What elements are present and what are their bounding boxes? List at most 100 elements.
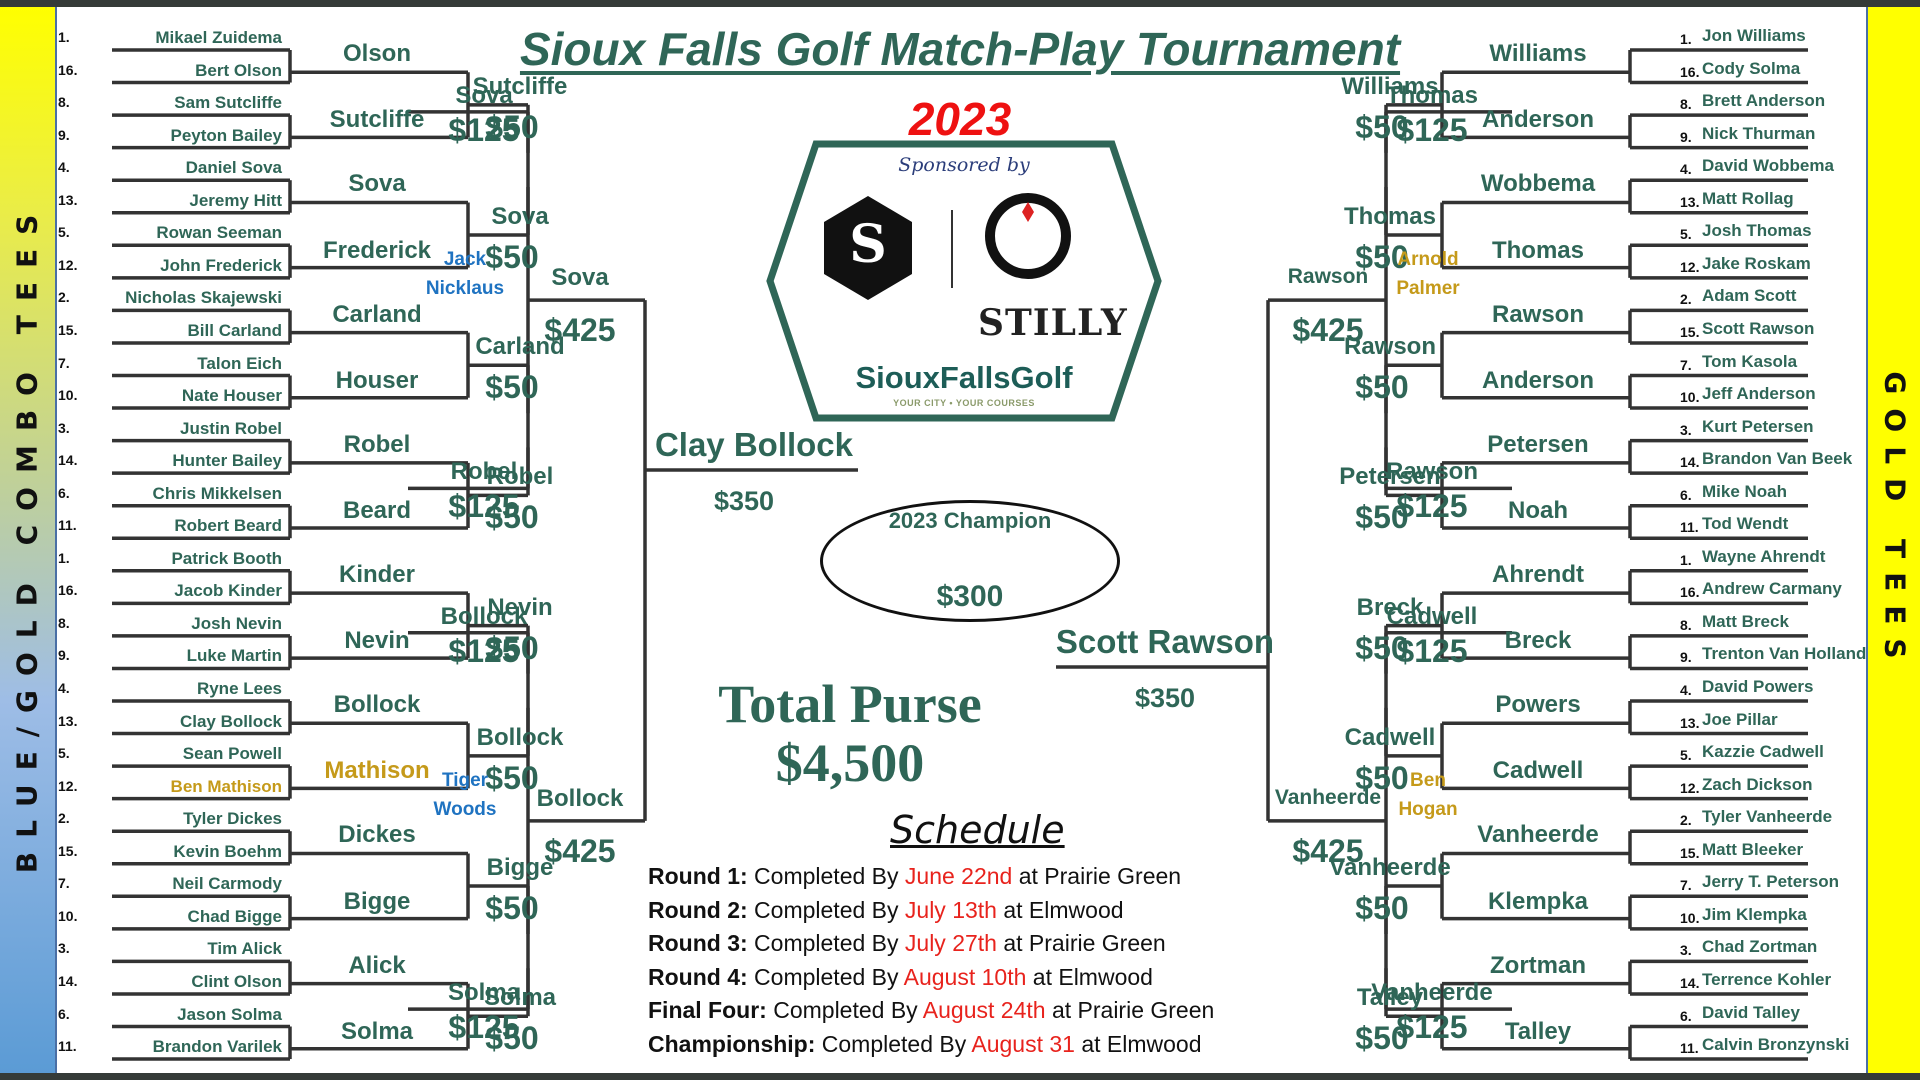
player-name: Matt Bleeker <box>1702 839 1804 859</box>
seed-number: 7. <box>58 875 70 892</box>
champion-prize: $300 <box>936 580 1004 613</box>
seed-number: 15. <box>1680 844 1700 861</box>
player-name: Calvin Bronzynski <box>1702 1035 1850 1055</box>
champion-label: 2023 Champion <box>888 508 1052 533</box>
schedule-round: Final Four: <box>648 997 767 1023</box>
seed-number: 1. <box>58 29 70 45</box>
player-name: Jake Roskam <box>1702 253 1811 273</box>
player-name: Jeff Anderson <box>1702 384 1816 404</box>
schedule-text: Completed By <box>815 1030 972 1057</box>
round2-winner: Wobbema <box>1480 170 1596 198</box>
seed-number: 5. <box>58 745 70 762</box>
seed-number: 9. <box>58 126 70 143</box>
schedule-round: Round 2: <box>648 896 748 923</box>
total-purse-amount: $4,500 <box>775 733 925 794</box>
round4-winner: Thomas <box>1385 81 1478 109</box>
round3-prize: $50 <box>485 890 539 927</box>
round2-winner: Williams <box>1489 40 1587 68</box>
schedule-list: Round 1: Completed By June 22nd at Prair… <box>648 860 1214 1061</box>
region-name: Tiger Woods <box>315 766 615 824</box>
seed-number: 3. <box>58 419 70 436</box>
seed-number: 13. <box>58 191 78 208</box>
schedule-text: Completed By <box>747 896 905 923</box>
finalist-prize: $350 <box>1134 683 1196 713</box>
seed-number: 16. <box>58 61 78 78</box>
seed-number: 13. <box>1680 714 1700 731</box>
schedule-round: Round 1: <box>648 863 748 889</box>
schedule-round: Round 3: <box>648 930 748 956</box>
seed-number: 16. <box>1680 63 1700 80</box>
region-name-word: Woods <box>433 798 497 820</box>
player-name: Cody Solma <box>1702 58 1801 78</box>
round2-winner: Kinder <box>338 561 415 589</box>
seed-number: 6. <box>58 1005 70 1022</box>
round4-prize: $125 <box>1396 632 1468 669</box>
round2-winner: Ahrendt <box>1492 561 1584 589</box>
region-name-word: Ben <box>1410 769 1446 791</box>
round2-winner: Sova <box>348 170 406 198</box>
player-name: David Talley <box>1702 1002 1800 1022</box>
seed-number: 14. <box>1680 974 1700 991</box>
player-name: Brandon Van Beek <box>1702 449 1853 469</box>
round4-winner: Vanheerde <box>1371 979 1493 1007</box>
player-name: Kurt Petersen <box>1702 416 1814 436</box>
round2-winner: Petersen <box>1487 430 1589 458</box>
schedule-row: Round 4: Completed By August 10th at Elm… <box>648 961 1214 995</box>
schedule-date: June 22nd <box>904 863 1013 889</box>
schedule-row: Championship: Completed By August 31 at … <box>648 1028 1214 1062</box>
schedule-date: August 10th <box>903 963 1027 990</box>
player-name: Tyler Vanheerde <box>1702 807 1833 827</box>
player-name: Jon Williams <box>1702 26 1806 45</box>
svg-text:S: S <box>849 214 887 275</box>
seed-number: 14. <box>58 972 78 989</box>
seed-number: 7. <box>58 354 70 371</box>
round4-prize: $125 <box>448 632 520 669</box>
finalist-name: Scott Rawson <box>1055 623 1275 660</box>
seed-number: 2. <box>58 289 70 306</box>
player-name: Tom Kasola <box>1702 351 1798 371</box>
seed-number: 4. <box>58 159 70 176</box>
schedule-location: at Prairie Green <box>1045 997 1215 1023</box>
seed-number: 8. <box>58 614 70 631</box>
region-name-word: Palmer <box>1396 278 1460 300</box>
final-four-prize: $425 <box>1292 312 1364 349</box>
seed-number: 11. <box>58 517 77 534</box>
player-name: Brett Anderson <box>1702 91 1826 111</box>
total-purse-label: Total Purse <box>718 674 982 734</box>
player-name: Matt Breck <box>1702 611 1789 631</box>
seed-number: 16. <box>1680 584 1700 601</box>
siouxfallsgolf-tagline: YOUR CITY • YOUR COURSES <box>893 398 1035 408</box>
seed-number: 15. <box>1680 323 1700 340</box>
player-name: Matt Rollag <box>1702 188 1794 208</box>
round4-winner: Solma <box>447 979 521 1007</box>
region-name-word: Arnold <box>1397 249 1459 271</box>
player-name: Kazzie Cadwell <box>1702 742 1824 762</box>
schedule-row: Round 3: Completed By July 27th at Prair… <box>648 927 1214 961</box>
schedule-location: at Prairie Green <box>996 930 1166 956</box>
round4-winner: Sova <box>455 81 513 109</box>
schedule-date: July 27th <box>904 930 997 956</box>
round4-prize: $125 <box>448 488 520 525</box>
player-name: Chad Zortman <box>1702 937 1818 957</box>
seed-number: 14. <box>58 452 78 469</box>
player-name: Adam Scott <box>1702 286 1797 306</box>
region-name: Ben Hogan <box>1278 766 1578 824</box>
page-title: Sioux Falls Golf Match-Play Tournament <box>519 23 1401 75</box>
schedule-date: August 31 <box>971 1030 1075 1057</box>
round3-winner: Cadwell <box>1344 723 1436 751</box>
schedule-text: Completed By <box>766 997 923 1023</box>
round4-prize: $125 <box>1396 488 1468 525</box>
player-name: Tod Wendt <box>1702 514 1789 534</box>
region-name-word: Jack <box>443 249 487 271</box>
player-name: Terrence Kohler <box>1702 969 1832 989</box>
seed-number: 4. <box>58 680 70 696</box>
round2-winner: Bollock <box>333 691 421 719</box>
seed-number: 15. <box>58 842 78 859</box>
seed-number: 13. <box>1680 193 1700 210</box>
seed-number: 10. <box>58 907 78 924</box>
seed-number: 14. <box>1680 454 1700 471</box>
round4-winner: Cadwell <box>1386 602 1478 630</box>
schedule-location: at Prairie Green <box>1012 863 1182 889</box>
round2-winner: Powers <box>1495 691 1581 719</box>
round3-winner: Thomas <box>1343 203 1436 231</box>
